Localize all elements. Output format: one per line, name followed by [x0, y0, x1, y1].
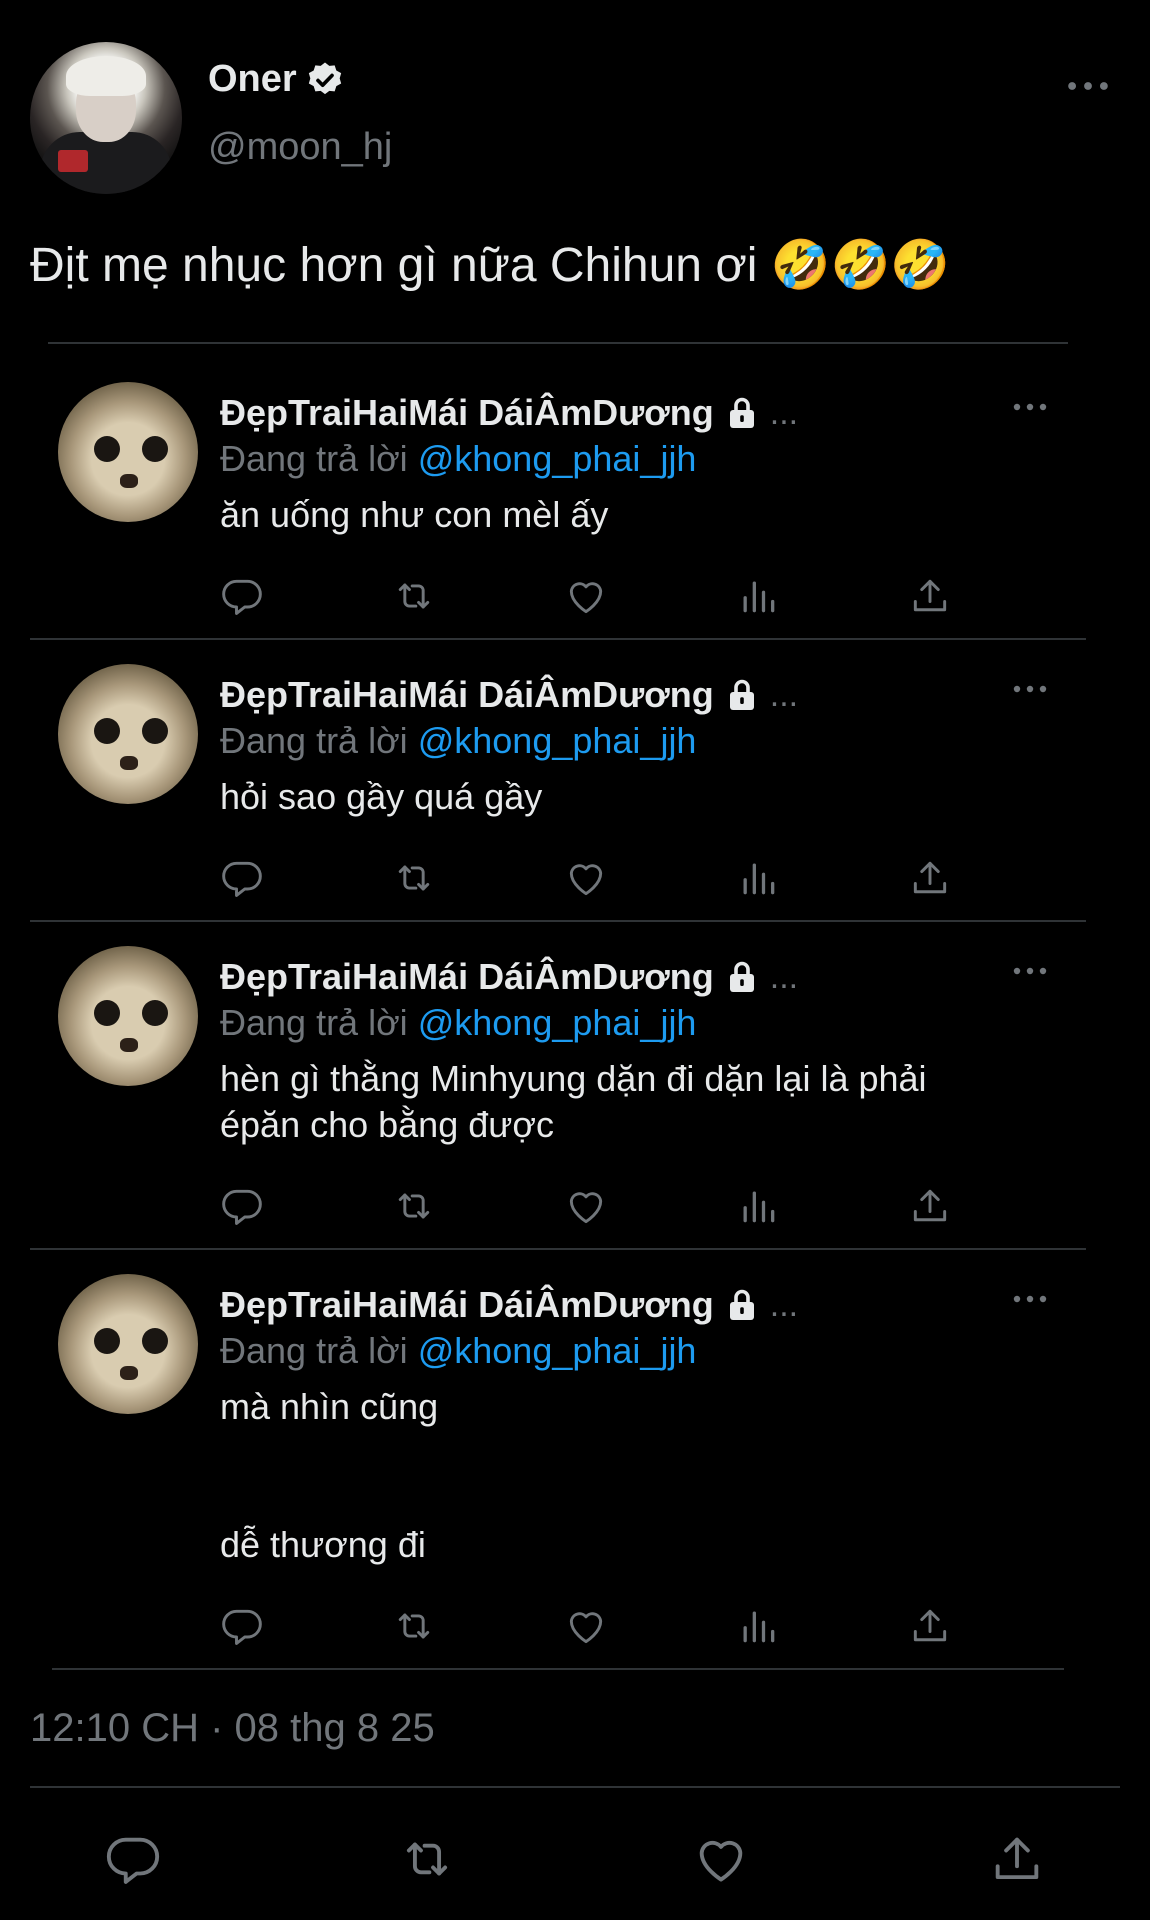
heart-icon[interactable]	[692, 1830, 750, 1888]
reply-icon[interactable]	[220, 574, 264, 618]
more-icon[interactable]	[1012, 964, 1048, 978]
views-icon[interactable]	[736, 856, 780, 900]
more-icon[interactable]	[1012, 400, 1048, 414]
reply-item[interactable]: ĐẹpTraiHaiMái DáiÂmDương ... Đang trả lờ…	[0, 1274, 1150, 1654]
replying-label: Đang trả lời	[220, 1002, 408, 1043]
heart-icon[interactable]	[564, 1604, 608, 1648]
reply-avatar[interactable]	[58, 946, 198, 1086]
replying-label: Đang trả lời	[220, 438, 408, 479]
reply-author-row[interactable]: ĐẹpTraiHaiMái DáiÂmDương ...	[220, 956, 798, 998]
views-icon[interactable]	[736, 1184, 780, 1228]
reply-author-name[interactable]: ĐẹpTraiHaiMái DáiÂmDương	[220, 1284, 714, 1326]
tweet-timestamp[interactable]: 12:10 CH · 08 thg 8 25	[30, 1706, 435, 1751]
replying-label: Đang trả lời	[220, 720, 408, 761]
reply-icon[interactable]	[220, 856, 264, 900]
reply-icon[interactable]	[104, 1830, 162, 1888]
more-icon[interactable]	[1012, 1292, 1048, 1306]
retweet-icon[interactable]	[392, 574, 436, 618]
heart-icon[interactable]	[564, 1184, 608, 1228]
reply-item[interactable]: ĐẹpTraiHaiMái DáiÂmDương ... Đang trả lờ…	[0, 946, 1150, 1236]
reply-text: ăn uống như con mèl ấy	[220, 494, 609, 535]
reply-text: hèn gì thằng Minhyung dặn đi dặn lại là …	[220, 1058, 927, 1145]
reply-actions	[220, 1604, 960, 1648]
reply-author-row[interactable]: ĐẹpTraiHaiMái DáiÂmDương ...	[220, 392, 798, 434]
heart-icon[interactable]	[564, 856, 608, 900]
replying-to: Đang trả lời @khong_phai_jjh	[220, 1002, 696, 1044]
share-icon[interactable]	[908, 574, 952, 618]
reply-item[interactable]: ĐẹpTraiHaiMái DáiÂmDương ... Đang trả lờ…	[0, 382, 1150, 622]
lock-icon	[724, 395, 760, 431]
divider	[30, 1786, 1120, 1788]
reply-author-name[interactable]: ĐẹpTraiHaiMái DáiÂmDương	[220, 956, 714, 998]
lock-icon	[724, 677, 760, 713]
reply-author-name[interactable]: ĐẹpTraiHaiMái DáiÂmDương	[220, 674, 714, 716]
mention-link[interactable]: @khong_phai_jjh	[418, 1330, 697, 1371]
retweet-icon[interactable]	[392, 1604, 436, 1648]
replying-to: Đang trả lời @khong_phai_jjh	[220, 1330, 696, 1372]
divider	[52, 1668, 1064, 1670]
share-icon[interactable]	[908, 1604, 952, 1648]
reply-ellipsis: ...	[769, 957, 799, 996]
author-name[interactable]: Oner	[208, 58, 297, 101]
retweet-icon[interactable]	[392, 1184, 436, 1228]
tweet-text: Địt mẹ nhục hơn gì nữa Chihun ơi 🤣🤣🤣	[30, 239, 951, 292]
lock-icon	[724, 1287, 760, 1323]
divider	[30, 638, 1086, 640]
share-icon[interactable]	[908, 856, 952, 900]
heart-icon[interactable]	[564, 574, 608, 618]
verified-badge-icon	[308, 62, 341, 94]
reply-text: mà nhìn cũng dễ thương đi	[220, 1386, 439, 1565]
reply-author-name[interactable]: ĐẹpTraiHaiMái DáiÂmDương	[220, 392, 714, 434]
author-avatar[interactable]	[30, 42, 182, 194]
author-name-row[interactable]: Oner	[208, 58, 345, 101]
share-icon[interactable]	[908, 1184, 952, 1228]
more-icon[interactable]	[1012, 682, 1048, 696]
reply-actions	[220, 856, 960, 900]
reply-avatar[interactable]	[58, 382, 198, 522]
divider	[30, 1248, 1086, 1250]
retweet-icon[interactable]	[398, 1830, 456, 1888]
replying-label: Đang trả lời	[220, 1330, 408, 1371]
reply-ellipsis: ...	[769, 1285, 799, 1324]
replying-to: Đang trả lời @khong_phai_jjh	[220, 720, 696, 762]
reply-ellipsis: ...	[769, 675, 799, 714]
mention-link[interactable]: @khong_phai_jjh	[418, 1002, 697, 1043]
reply-item[interactable]: ĐẹpTraiHaiMái DáiÂmDương ... Đang trả lờ…	[0, 664, 1150, 904]
more-icon[interactable]	[1066, 76, 1110, 96]
reply-avatar[interactable]	[58, 1274, 198, 1414]
divider	[48, 342, 1068, 344]
reply-actions	[220, 1184, 960, 1228]
lock-icon	[724, 959, 760, 995]
reply-text: hỏi sao gầy quá gầy	[220, 776, 543, 817]
author-handle[interactable]: @moon_hj	[208, 126, 392, 169]
reply-icon[interactable]	[220, 1604, 264, 1648]
divider	[30, 920, 1086, 922]
reply-icon[interactable]	[220, 1184, 264, 1228]
reply-author-row[interactable]: ĐẹpTraiHaiMái DáiÂmDương ...	[220, 674, 798, 716]
retweet-icon[interactable]	[392, 856, 436, 900]
reply-avatar[interactable]	[58, 664, 198, 804]
reply-author-row[interactable]: ĐẹpTraiHaiMái DáiÂmDương ...	[220, 1284, 798, 1326]
share-icon[interactable]	[988, 1830, 1046, 1888]
mention-link[interactable]: @khong_phai_jjh	[418, 720, 697, 761]
mention-link[interactable]: @khong_phai_jjh	[418, 438, 697, 479]
reply-ellipsis: ...	[769, 393, 799, 432]
reply-actions	[220, 574, 960, 618]
replying-to: Đang trả lời @khong_phai_jjh	[220, 438, 696, 480]
views-icon[interactable]	[736, 574, 780, 618]
views-icon[interactable]	[736, 1604, 780, 1648]
